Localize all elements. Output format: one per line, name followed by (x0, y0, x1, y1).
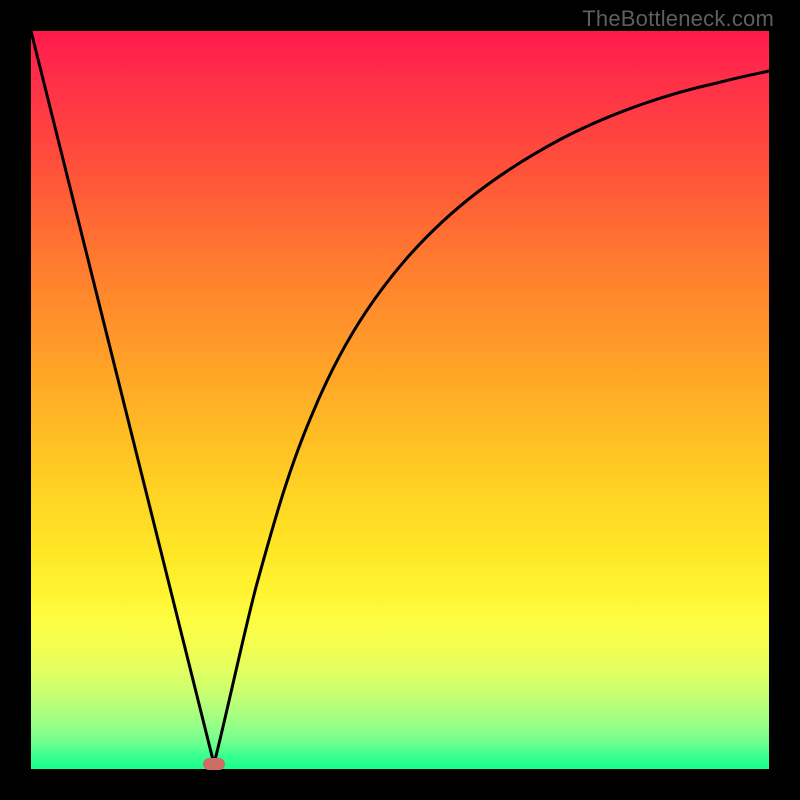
bottleneck-curve-path (31, 31, 769, 764)
curve-svg (31, 31, 769, 769)
optimum-marker (203, 758, 225, 770)
plot-area (31, 31, 769, 769)
attribution-label: TheBottleneck.com (582, 6, 774, 32)
